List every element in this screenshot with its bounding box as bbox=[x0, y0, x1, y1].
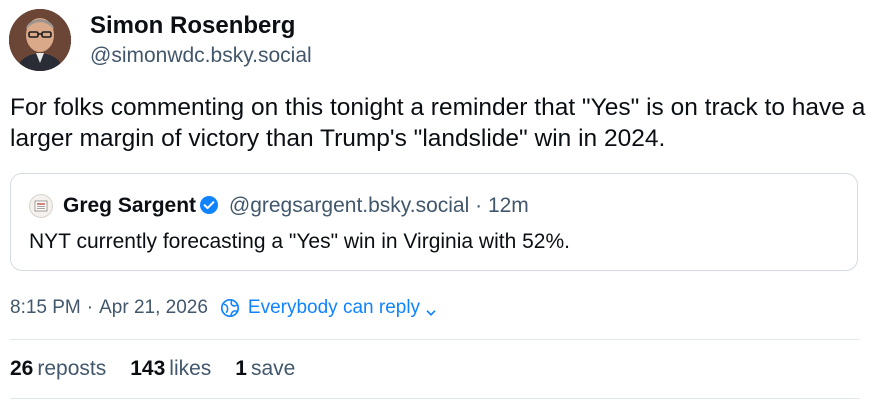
saves-stat[interactable]: 1 save bbox=[235, 356, 295, 382]
quote-header: Greg Sargent @gregsargent.bsky.social · … bbox=[63, 193, 529, 222]
globe-icon bbox=[220, 298, 240, 318]
author-name[interactable]: Simon Rosenberg bbox=[90, 12, 295, 40]
person-photo-avatar-icon bbox=[9, 9, 71, 71]
post: Simon Rosenberg @simonwdc.bsky.social Fo… bbox=[0, 0, 876, 402]
post-text: For folks commenting on this tonight a r… bbox=[10, 94, 866, 152]
newspaper-avatar-icon bbox=[34, 200, 48, 212]
quote-timestamp[interactable]: 12m bbox=[488, 194, 529, 217]
quote-separator: · bbox=[475, 194, 483, 217]
quote-author-handle[interactable]: @gregsargent.bsky.social bbox=[229, 194, 469, 217]
post-date: Apr 21, 2026 bbox=[99, 297, 208, 318]
reposts-stat[interactable]: 26 reposts bbox=[10, 356, 106, 382]
quote-avatar[interactable] bbox=[29, 194, 53, 218]
post-meta: 8:15 PM · Apr 21, 2026 Everybody can rep… bbox=[10, 296, 437, 320]
reply-setting-label[interactable]: Everybody can reply bbox=[248, 296, 420, 320]
post-time: 8:15 PM bbox=[10, 297, 81, 318]
chevron-down-icon bbox=[425, 302, 437, 316]
divider bbox=[10, 339, 860, 340]
divider bbox=[10, 398, 860, 399]
author-handle[interactable]: @simonwdc.bsky.social bbox=[90, 43, 312, 69]
post-stats: 26 reposts 143 likes 1 save bbox=[10, 356, 319, 382]
likes-stat[interactable]: 143 likes bbox=[130, 356, 211, 382]
verified-check-icon bbox=[199, 195, 219, 222]
quote-text: NYT currently forecasting a "Yes" win in… bbox=[29, 230, 570, 253]
reply-setting-button[interactable]: Everybody can reply bbox=[220, 296, 437, 320]
meta-separator: · bbox=[86, 297, 94, 318]
likes-count: 143 bbox=[130, 357, 166, 380]
likes-label: likes bbox=[169, 357, 212, 380]
saves-count: 1 bbox=[235, 357, 247, 380]
reposts-label: reposts bbox=[37, 357, 107, 380]
quoted-post[interactable]: Greg Sargent @gregsargent.bsky.social · … bbox=[10, 173, 858, 271]
author-avatar[interactable] bbox=[9, 9, 71, 71]
reposts-count: 26 bbox=[10, 357, 34, 380]
quote-author-name[interactable]: Greg Sargent bbox=[63, 194, 196, 217]
saves-label: save bbox=[250, 357, 296, 380]
